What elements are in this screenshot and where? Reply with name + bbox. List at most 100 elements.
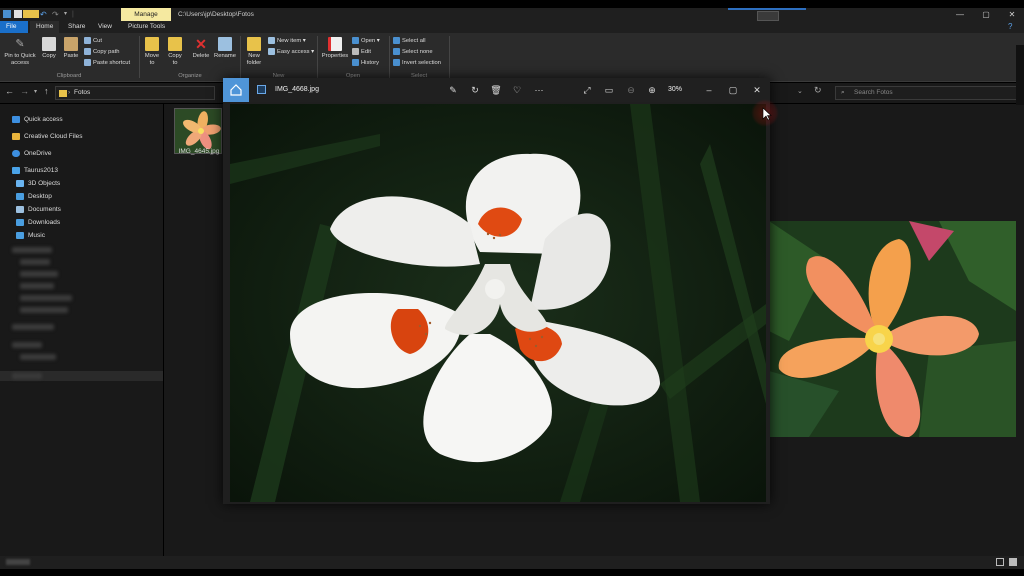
status-bar (0, 556, 1024, 569)
nav-item-3d-objects[interactable]: 3D Objects (16, 178, 60, 190)
up-arrow-icon[interactable]: ↑ (44, 86, 49, 96)
navigation-pane: Quick access Creative Cloud Files OneDri… (0, 104, 163, 556)
nav-label: 3D Objects (28, 180, 61, 187)
nav-label: Music (28, 232, 45, 239)
tab-picture-tools[interactable]: Picture Tools (122, 21, 171, 33)
fullscreen-icon[interactable]: ⤢ (581, 84, 593, 96)
viewer-minimize-button[interactable]: – (703, 84, 715, 96)
nav-item-onedrive[interactable]: OneDrive (12, 148, 51, 160)
help-icon[interactable]: ? (1008, 21, 1012, 33)
recent-dropdown-icon[interactable]: ▾ (34, 88, 37, 95)
address-bar[interactable]: › Fotos (55, 86, 215, 100)
refresh-icon[interactable]: ↻ (814, 85, 822, 96)
edit-image-icon[interactable]: ✎ (447, 84, 459, 96)
tab-file[interactable]: File (0, 21, 28, 33)
photos-viewer-window: IMG_4668.jpg ✎ ↻ 🗑 ♡ ⋯ ⤢ ▭ ⊖ ⊕ 30% – ▢ ✕ (223, 78, 770, 504)
copy-path-button[interactable]: Copy path (84, 47, 130, 58)
cube-icon (16, 179, 24, 187)
pin-quick-access-button[interactable]: ✎ Pin to Quick access (2, 37, 38, 67)
manage-context-tab[interactable]: Manage (121, 8, 171, 21)
new-item-button[interactable]: New item ▾ (268, 36, 314, 47)
tab-view[interactable]: View (92, 21, 118, 33)
viewer-close-button[interactable]: ✕ (751, 84, 763, 96)
blurred-nav-item (20, 307, 68, 313)
nav-item-quick-access[interactable]: Quick access (12, 114, 63, 126)
plumeria-preview-image (769, 221, 1016, 437)
tab-share[interactable]: Share (62, 21, 91, 33)
new-folder-button[interactable]: New folder (243, 37, 265, 67)
paste-button[interactable]: Paste (62, 37, 80, 60)
easy-access-icon (268, 47, 275, 55)
blurred-nav-item (20, 283, 54, 289)
nav-item-this-pc[interactable]: Taurus2013 (12, 165, 58, 177)
properties-button[interactable]: Properties (320, 37, 350, 60)
home-button[interactable] (223, 78, 249, 102)
paste-icon (64, 37, 78, 51)
nav-item-documents[interactable]: Documents (16, 204, 61, 216)
properties-quick-icon[interactable] (14, 10, 22, 18)
properties-label: Properties (321, 53, 349, 59)
cut-label: Cut (93, 38, 103, 44)
copy-button[interactable]: Copy (40, 37, 58, 60)
forward-arrow-icon[interactable]: → (20, 86, 29, 96)
nav-item-music[interactable]: Music (16, 230, 45, 242)
maximize-button[interactable]: ▢ (972, 8, 1000, 21)
search-input[interactable]: ⌕ Search Fotos (835, 86, 1017, 100)
history-button[interactable]: History (352, 58, 380, 69)
zoom-level[interactable]: 30% (668, 78, 682, 102)
move-to-button[interactable]: Move to (143, 37, 161, 67)
open-button[interactable]: Open ▾ (352, 36, 380, 47)
cut-button[interactable]: Cut (84, 36, 130, 47)
blurred-nav-item (20, 259, 50, 265)
folder-quick-icon[interactable] (31, 10, 39, 18)
group-separator (449, 36, 450, 78)
invert-selection-button[interactable]: Invert selection (393, 58, 441, 69)
rename-label: Rename (214, 53, 236, 59)
delete-icon[interactable]: 🗑 (490, 84, 502, 96)
paste-shortcut-button[interactable]: Paste shortcut (84, 58, 130, 69)
rotate-icon[interactable]: ↻ (469, 84, 481, 96)
customize-toolbar-icon[interactable]: ▾ (64, 8, 67, 21)
nav-item-desktop[interactable]: Desktop (16, 191, 52, 203)
back-arrow-icon[interactable]: ← (5, 86, 14, 96)
ribbon-scrollbar[interactable] (1016, 45, 1024, 105)
copy-to-button[interactable]: Copy to (166, 37, 184, 67)
large-icons-view-icon[interactable] (1009, 558, 1017, 566)
zoom-in-icon[interactable]: ⊕ (646, 84, 658, 96)
details-view-icon[interactable] (996, 558, 1004, 566)
edit-button[interactable]: Edit (352, 47, 380, 58)
music-icon (16, 231, 24, 239)
displayed-photo[interactable] (230, 104, 766, 502)
select-none-button[interactable]: Select none (393, 47, 441, 58)
thumbnail-filename[interactable]: IMG_4645.jpg (172, 148, 226, 155)
nav-item-downloads[interactable]: Downloads (16, 217, 60, 229)
easy-access-button[interactable]: Easy access ▾ (268, 47, 314, 58)
address-dropdown-icon[interactable]: ⌄ (797, 87, 803, 95)
viewer-maximize-button[interactable]: ▢ (727, 84, 739, 96)
select-none-icon (393, 47, 400, 55)
delete-button[interactable]: ✕ Delete (190, 37, 212, 60)
more-options-icon[interactable]: ⋯ (533, 84, 545, 96)
favorite-heart-icon[interactable]: ♡ (511, 84, 523, 96)
zoom-out-icon[interactable]: ⊖ (625, 84, 637, 96)
actual-size-icon[interactable]: ▭ (603, 84, 615, 96)
easy-access-label: Easy access (277, 49, 310, 55)
close-button[interactable]: ✕ (998, 8, 1024, 21)
title-accent-bar (728, 8, 806, 10)
paste-shortcut-label: Paste shortcut (93, 60, 131, 66)
tab-home[interactable]: Home (30, 21, 60, 33)
undo-icon[interactable]: ↶ (40, 8, 47, 21)
redo-icon[interactable]: ↷ (52, 8, 59, 21)
new-folder-quick-icon[interactable] (23, 10, 31, 18)
blurred-nav-item (20, 271, 58, 277)
viewer-toolbar: IMG_4668.jpg ✎ ↻ 🗑 ♡ ⋯ ⤢ ▭ ⊖ ⊕ 30% – ▢ ✕ (223, 78, 770, 102)
pin-label: Pin to Quick access (4, 53, 36, 66)
copy-path-label: Copy path (93, 49, 120, 55)
pin-icon: ✎ (15, 38, 25, 50)
select-all-button[interactable]: Select all (393, 36, 441, 47)
history-label: History (361, 60, 380, 66)
minimize-button[interactable]: — (946, 8, 974, 21)
nav-item-creative-cloud[interactable]: Creative Cloud Files (12, 131, 83, 143)
rename-button[interactable]: Rename (213, 37, 237, 60)
blurred-status-text (6, 559, 30, 565)
